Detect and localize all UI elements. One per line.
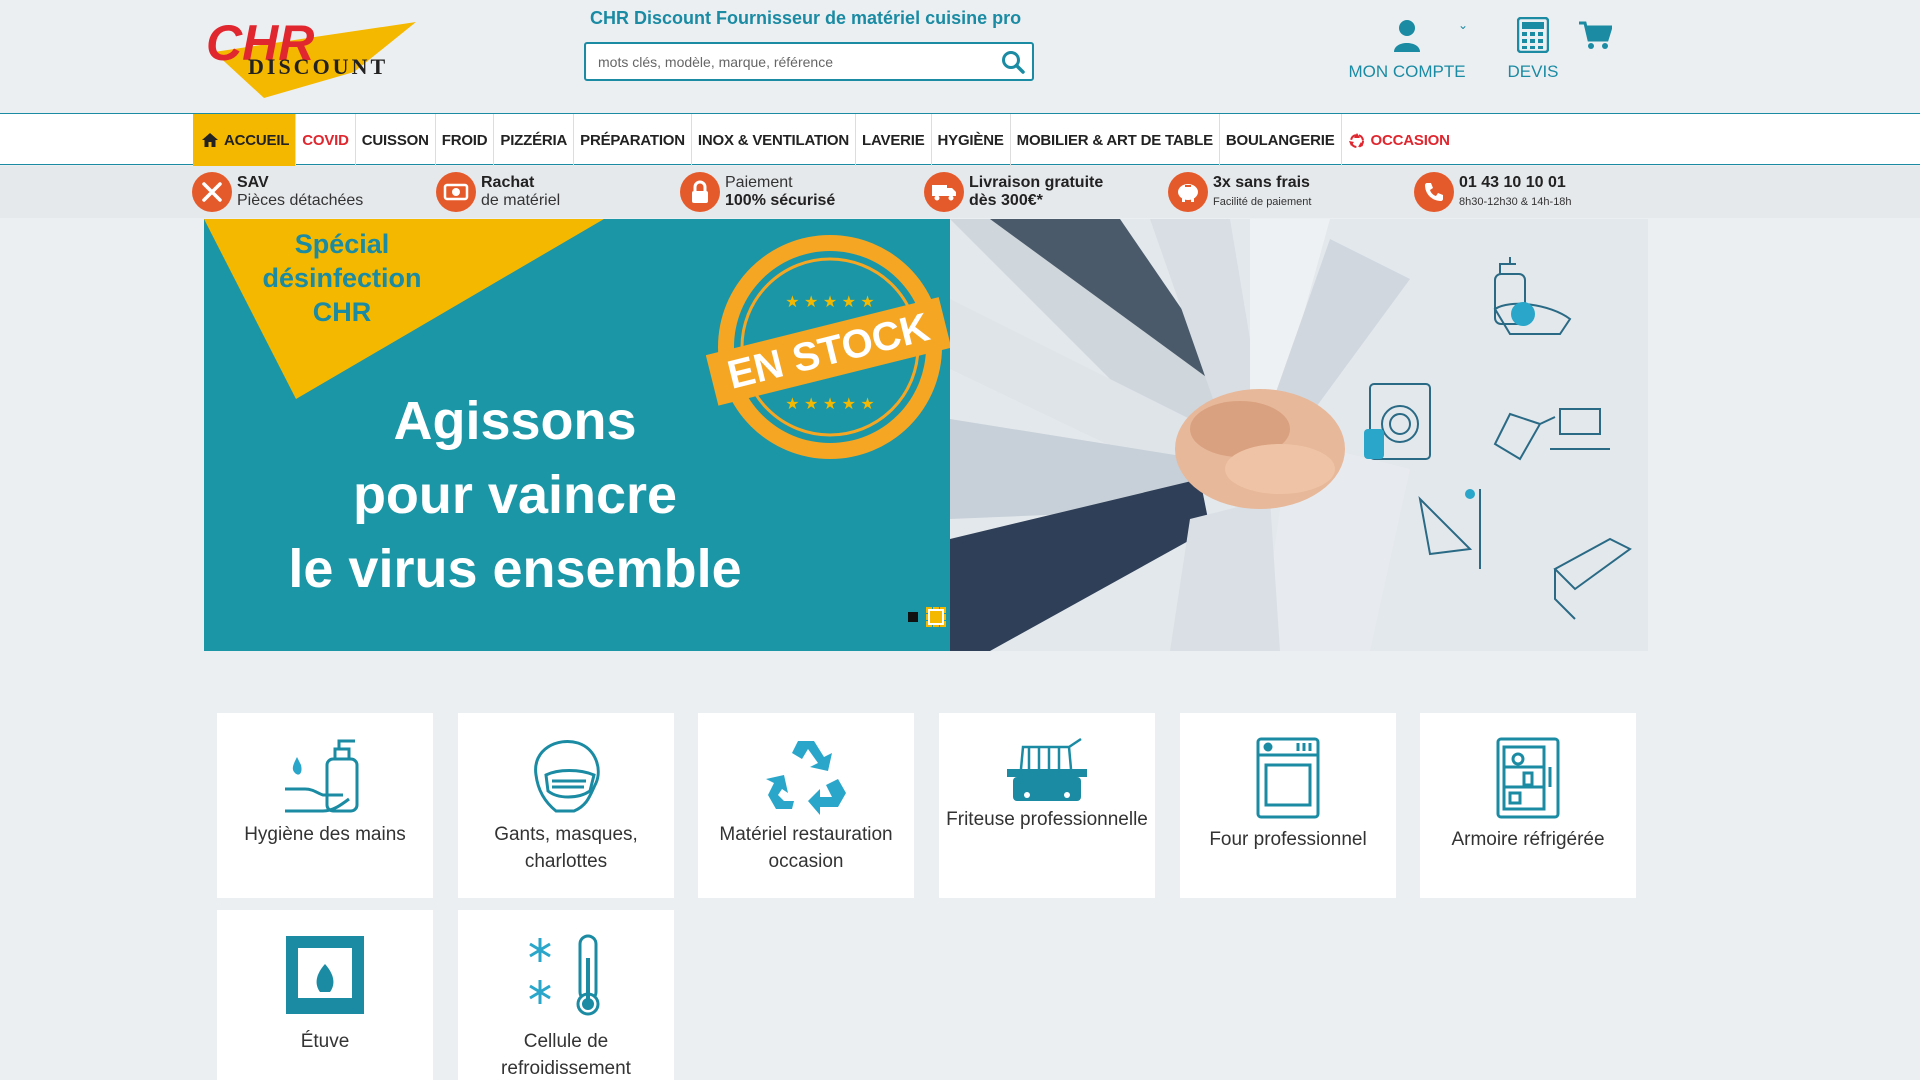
search-button[interactable] [1000, 49, 1026, 75]
nav-item-boulangerie[interactable]: BOULANGERIE [1220, 114, 1342, 166]
hero-banner[interactable]: Spécial désinfection CHR Agissons pour v… [204, 219, 1648, 651]
category-card-etuve[interactable]: Étuve [217, 910, 433, 1080]
svg-text:DISCOUNT: DISCOUNT [248, 54, 388, 79]
fryer-icon [939, 737, 1155, 807]
warming-cabinet-icon [217, 934, 433, 1016]
benefits-bar: SAV Pièces détachées Rachat de matériel Pa… [0, 166, 1920, 218]
svg-text:★ ★ ★ ★ ★: ★ ★ ★ ★ ★ [785, 294, 875, 311]
banner-photo [950, 219, 1648, 651]
team-hands-photo [950, 219, 1648, 651]
nav-item-cuisson[interactable]: CUISSON [356, 114, 436, 166]
category-card-materiel-occasion[interactable]: Matériel restauration occasion [698, 713, 914, 898]
lock-icon [680, 172, 720, 212]
cart-link[interactable] [1576, 16, 1614, 62]
piggy-bank-icon [1168, 172, 1208, 212]
carousel-dot-active[interactable] [926, 607, 946, 627]
recycle-icon [698, 735, 914, 815]
calculator-icon [1517, 17, 1549, 53]
nav-item-mobilier[interactable]: MOBILIER & ART DE TABLE [1011, 114, 1220, 166]
phone-icon [1414, 172, 1454, 212]
site-tagline: CHR Discount Fournisseur de matériel cui… [590, 8, 1022, 28]
search-input[interactable] [598, 52, 988, 72]
banner-headline: Agissons pour vaincre le virus ensemble [288, 391, 742, 599]
nav-item-hygiene[interactable]: HYGIÈNE [932, 114, 1011, 166]
nav-item-laverie[interactable]: LAVERIE [856, 114, 932, 166]
category-card-cellule-refroidissement[interactable]: Cellule de refroidissement [458, 910, 674, 1080]
main-nav: ACCUEIL COVID CUISSON FROID PIZZÉRIA PRÉ… [0, 113, 1920, 166]
banner-special-text: Spécial désinfection CHR [262, 229, 422, 327]
banner-left-panel: Spécial désinfection CHR Agissons pour v… [204, 219, 950, 651]
account-label: MON COMPTE [1348, 62, 1466, 81]
benefit-paiement[interactable]: Paiement 100% sécurisé [680, 171, 835, 213]
nav-item-inox-ventilation[interactable]: INOX & VENTILATION [692, 114, 857, 166]
blast-chiller-icon [458, 934, 674, 1016]
fridge-icon [1420, 737, 1636, 819]
mask-icon [458, 735, 674, 815]
home-icon [202, 133, 218, 147]
cart-icon [1579, 21, 1612, 49]
nav-item-occasion[interactable]: OCCASION [1342, 114, 1456, 166]
benefit-sav[interactable]: SAV Pièces détachées [192, 171, 363, 213]
nav-item-accueil[interactable]: ACCUEIL [193, 114, 297, 166]
search-bar [584, 42, 1034, 81]
nav-item-pizzeria[interactable]: PIZZÉRIA [494, 114, 575, 166]
category-card-four[interactable]: Four professionnel [1180, 713, 1396, 898]
recycle-icon [1348, 133, 1364, 148]
en-stock-badge: ★ ★ ★ ★ ★ ★ ★ ★ ★ ★ EN STOCK [706, 235, 950, 459]
hand-sanitizer-icon [217, 737, 433, 815]
quote-link[interactable]: DEVIS [1496, 16, 1570, 82]
carousel-dot[interactable] [908, 612, 918, 622]
category-card-gants-masques[interactable]: Gants, masques, charlottes [458, 713, 674, 898]
category-card-hygiene-mains[interactable]: Hygiène des mains [217, 713, 433, 898]
nav-item-froid[interactable]: FROID [436, 114, 495, 166]
account-link[interactable]: MON COMPTE [1344, 16, 1470, 82]
category-label: Gants, masques, charlottes [494, 824, 638, 872]
carousel-dots [908, 607, 946, 627]
site-header: CHR DISCOUNT CHR Discount Fournisseur de… [0, 0, 1920, 113]
search-icon [1002, 51, 1025, 74]
tools-icon [192, 172, 232, 212]
quote-label: DEVIS [1507, 62, 1559, 81]
benefit-3x[interactable]: 3x sans frais Facilité de paiement [1168, 171, 1311, 213]
category-card-armoire-refrigeree[interactable]: Armoire réfrigérée [1420, 713, 1636, 898]
oven-icon [1180, 737, 1396, 819]
nav-item-preparation[interactable]: PRÉPARATION [574, 114, 692, 166]
benefit-rachat[interactable]: Rachat de matériel [436, 171, 560, 213]
user-icon [1394, 20, 1420, 52]
category-card-friteuse[interactable]: Friteuse professionnelle [939, 713, 1155, 898]
chr-discount-logo[interactable]: CHR DISCOUNT [204, 12, 426, 102]
nav-item-covid[interactable]: COVID [296, 114, 356, 166]
chevron-down-icon[interactable]: ⌄ [1458, 18, 1468, 32]
benefit-phone[interactable]: 01 43 10 10 01 8h30-12h30 & 14h-18h [1414, 171, 1572, 213]
truck-icon [924, 172, 964, 212]
benefit-livraison[interactable]: Livraison gratuite dès 300€* [924, 171, 1103, 213]
money-icon [436, 172, 476, 212]
svg-text:★ ★ ★ ★ ★: ★ ★ ★ ★ ★ [785, 396, 875, 413]
